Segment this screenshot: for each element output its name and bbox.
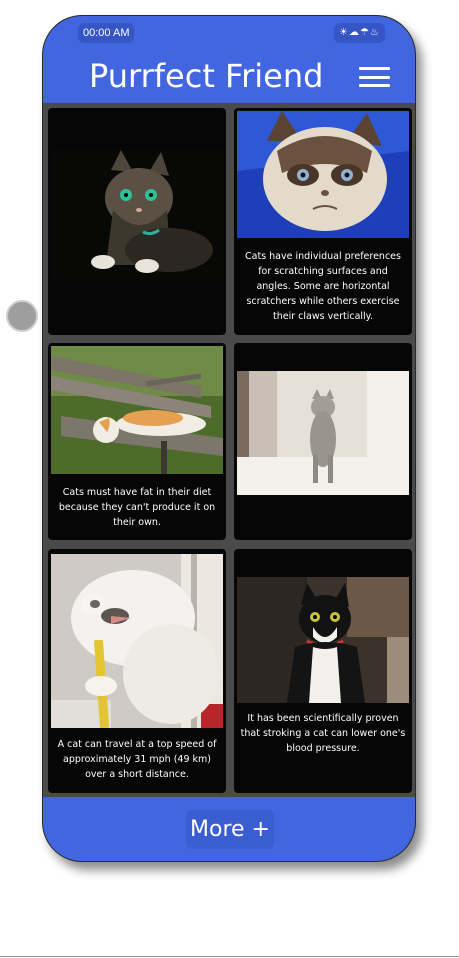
page-divider — [0, 956, 459, 957]
weather-status-icons: ☀☁☂♨ — [334, 23, 385, 43]
phone-frame: 00:00 AM ☀☁☂♨ Purrfect Friend Cats have … — [42, 15, 416, 862]
app-title: Purrfect Friend — [89, 57, 324, 95]
cat-card-1[interactable] — [48, 108, 226, 335]
status-time: 00:00 AM — [78, 23, 135, 43]
card-5-caption: A cat can travel at a top speed of appro… — [57, 739, 217, 780]
card-2-caption: Cats have individual preferences for scr… — [245, 251, 401, 322]
side-volume-button[interactable] — [6, 300, 38, 332]
cat-facts-grid: Cats have individual preferences for scr… — [43, 103, 415, 797]
cat-card-3[interactable]: Cats must have fat in their diet because… — [48, 343, 226, 540]
tabby-cat-green-eyes-photo — [51, 150, 223, 280]
app-footer: More + — [43, 797, 415, 861]
app-header: 00:00 AM ☀☁☂♨ Purrfect Friend — [43, 16, 415, 103]
more-button[interactable]: More + — [186, 810, 274, 849]
grumpy-cat-photo — [237, 111, 409, 238]
cat-card-4[interactable] — [234, 343, 412, 540]
card-6-caption: It has been scientifically proven that s… — [240, 713, 406, 754]
tuxedo-cat-photo — [237, 577, 409, 703]
cat-card-2[interactable]: Cats have individual preferences for scr… — [234, 108, 412, 335]
hamburger-menu-icon[interactable] — [359, 67, 390, 87]
cat-card-5[interactable]: A cat can travel at a top speed of appro… — [48, 549, 226, 793]
white-cat-chewing-photo — [51, 554, 223, 728]
gray-kitten-walking-photo — [237, 371, 409, 495]
cat-on-bench-photo — [51, 346, 223, 474]
card-3-caption: Cats must have fat in their diet because… — [58, 487, 216, 528]
cat-card-6[interactable]: It has been scientifically proven that s… — [234, 549, 412, 793]
